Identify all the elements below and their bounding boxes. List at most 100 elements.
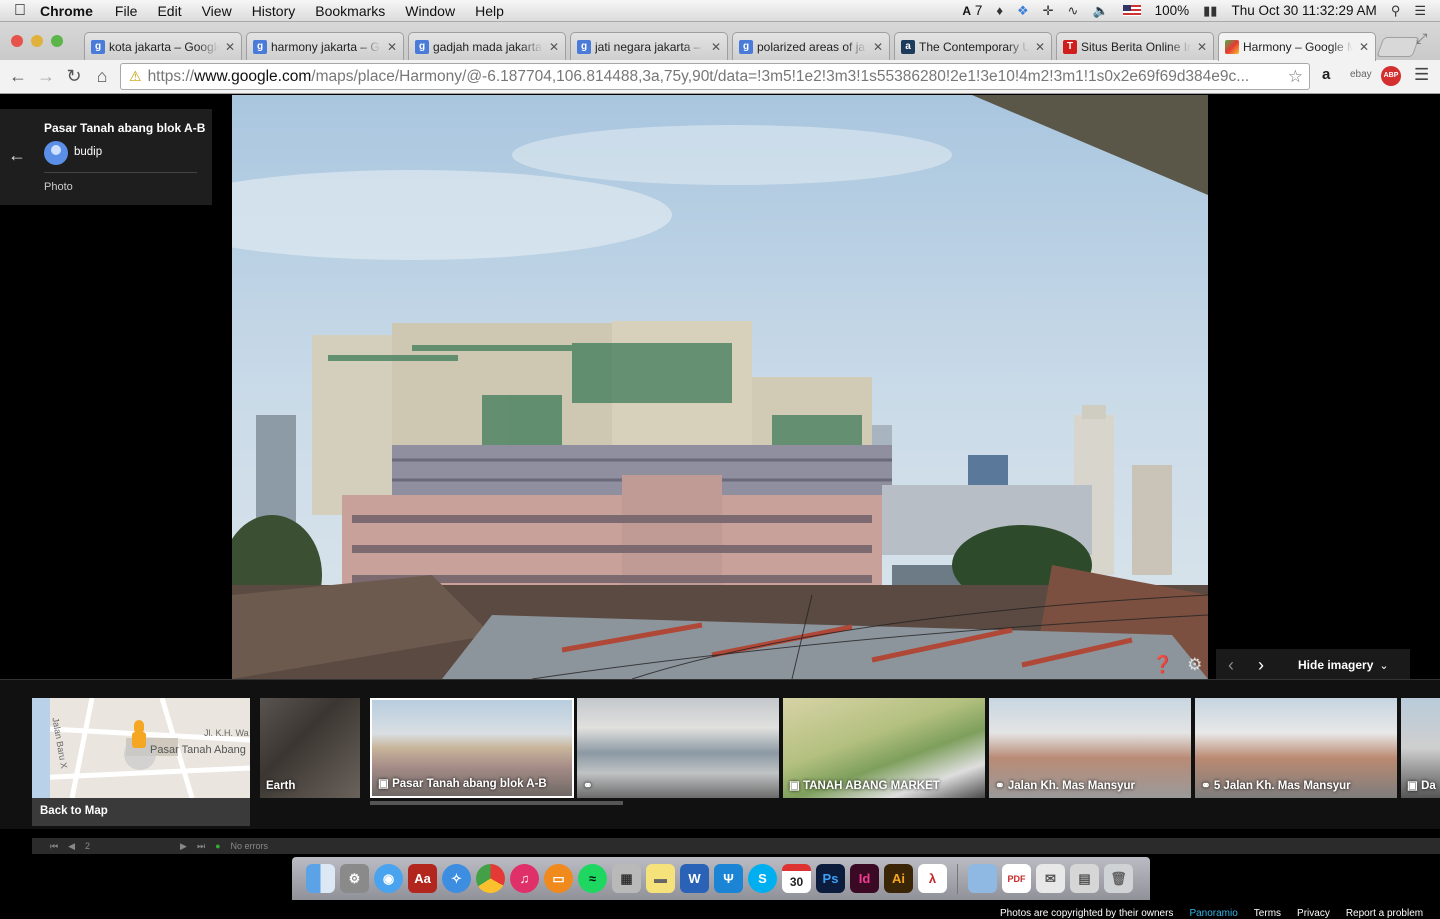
- main-photo[interactable]: [232, 95, 1208, 679]
- stickies-icon[interactable]: ▬: [646, 864, 675, 893]
- home-icon[interactable]: ⌂: [88, 66, 116, 87]
- battery-icon[interactable]: ▮▮: [1203, 3, 1217, 19]
- notification-center-icon[interactable]: ☰: [1414, 3, 1426, 19]
- spotlight-search-icon[interactable]: ⚲: [1391, 3, 1401, 19]
- adobe-icon[interactable]: A 7: [962, 3, 982, 18]
- back-to-map-card[interactable]: Jl. K.H. Wa Jalan Baru X Pasar Tanah Aba…: [32, 698, 250, 826]
- dropbox-icon[interactable]: ❖: [1017, 3, 1029, 19]
- menu-edit[interactable]: Edit: [157, 3, 181, 19]
- chrome-menu-icon[interactable]: ☰: [1414, 65, 1429, 85]
- new-tab-button[interactable]: [1376, 37, 1420, 57]
- report-problem-link[interactable]: Report a problem: [1346, 908, 1423, 919]
- mail-document-icon[interactable]: ✉: [1036, 864, 1065, 893]
- word-icon[interactable]: W: [680, 864, 709, 893]
- tab[interactable]: g jati negara jakarta – ✕: [570, 32, 728, 60]
- dictionary-icon[interactable]: Aa: [408, 864, 437, 893]
- close-tab-icon[interactable]: ✕: [873, 40, 883, 54]
- finder-icon[interactable]: [306, 864, 335, 893]
- folder-icon[interactable]: [968, 864, 997, 893]
- tab[interactable]: T Situs Berita Online In ✕: [1056, 32, 1214, 60]
- trash-icon[interactable]: 🗑: [1104, 864, 1133, 893]
- filmstrip-scrollbar[interactable]: [370, 801, 623, 805]
- chevron-down-icon[interactable]: ⌄: [1379, 659, 1388, 672]
- tab[interactable]: g gadjah mada jakarta ✕: [408, 32, 566, 60]
- wifi-icon[interactable]: ∿: [1068, 3, 1079, 19]
- help-icon[interactable]: ❓: [1152, 655, 1173, 675]
- back-arrow-icon[interactable]: ←: [8, 145, 26, 166]
- close-tab-icon[interactable]: ✕: [711, 40, 721, 54]
- close-tab-icon[interactable]: ✕: [1359, 40, 1369, 54]
- panorama-thumbnail[interactable]: ⚭ Jalan Kh. Mas Mansyur: [989, 698, 1191, 798]
- menu-help[interactable]: Help: [475, 3, 504, 19]
- menu-window[interactable]: Window: [405, 3, 455, 19]
- volume-icon[interactable]: 🔈: [1092, 3, 1108, 19]
- next-photo-icon[interactable]: ›: [1246, 655, 1276, 676]
- system-preferences-icon[interactable]: ⚙: [340, 864, 369, 893]
- stack-icon[interactable]: ▤: [1070, 864, 1099, 893]
- bell-icon[interactable]: ♦: [996, 3, 1003, 18]
- panorama-thumbnail[interactable]: ⚭: [577, 698, 779, 798]
- close-tab-icon[interactable]: ✕: [387, 40, 397, 54]
- safari-icon[interactable]: ✧: [442, 864, 471, 893]
- calendar-icon[interactable]: 30: [782, 864, 811, 893]
- tab-active[interactable]: Harmony – Google M ✕: [1218, 32, 1376, 61]
- back-icon[interactable]: ←: [4, 66, 32, 87]
- spotify-icon[interactable]: ≈: [578, 864, 607, 893]
- menu-history[interactable]: History: [252, 3, 296, 19]
- fullscreen-icon[interactable]: ⤢: [1416, 30, 1427, 47]
- flag-icon[interactable]: [1122, 5, 1141, 16]
- privacy-link[interactable]: Privacy: [1297, 908, 1330, 919]
- first-page-icon[interactable]: ⏮: [50, 841, 58, 852]
- close-tab-icon[interactable]: ✕: [1197, 40, 1207, 54]
- battery-percent[interactable]: 100%: [1155, 3, 1190, 18]
- panorama-thumbnail[interactable]: ⚭ 5 Jalan Kh. Mas Mansyur: [1195, 698, 1397, 798]
- menu-file[interactable]: File: [115, 3, 138, 19]
- calculator-icon[interactable]: ▦: [612, 864, 641, 893]
- app-menu[interactable]: Chrome: [40, 3, 93, 19]
- tab[interactable]: a The Contemporary U ✕: [894, 32, 1052, 60]
- photo-author[interactable]: budip: [74, 146, 102, 158]
- bookmark-star-icon[interactable]: ☆: [1288, 67, 1303, 87]
- tab[interactable]: g polarized areas of ja ✕: [732, 32, 890, 60]
- photoshop-icon[interactable]: Ps: [816, 864, 845, 893]
- photo-thumbnail[interactable]: ▣ Da: [1401, 698, 1440, 798]
- warning-lock-icon[interactable]: ⚠: [129, 68, 142, 85]
- itunes-icon[interactable]: ♫: [510, 864, 539, 893]
- menu-bookmarks[interactable]: Bookmarks: [315, 3, 385, 19]
- page-number[interactable]: 2: [85, 841, 90, 851]
- vuze-icon[interactable]: Ψ: [714, 864, 743, 893]
- close-tab-icon[interactable]: ✕: [1035, 40, 1045, 54]
- skype-icon[interactable]: S: [748, 864, 777, 893]
- next-page-icon[interactable]: ▶: [180, 841, 187, 852]
- photo-title[interactable]: Pasar Tanah abang blok A-B: [44, 121, 205, 135]
- menu-view[interactable]: View: [202, 3, 232, 19]
- avatar[interactable]: [44, 141, 68, 165]
- close-tab-icon[interactable]: ✕: [225, 40, 235, 54]
- apple-icon[interactable]: : [0, 2, 40, 20]
- ibooks-icon[interactable]: ▭: [544, 864, 573, 893]
- adblock-plus-icon[interactable]: ABP: [1381, 66, 1401, 86]
- reload-icon[interactable]: ↻: [60, 66, 88, 87]
- messages-icon[interactable]: ◉: [374, 864, 403, 893]
- previous-photo-icon[interactable]: ‹: [1216, 655, 1246, 676]
- panoramio-link[interactable]: Panoramio: [1189, 908, 1237, 919]
- ebay-extension-icon[interactable]: ebay: [1350, 69, 1372, 80]
- amazon-extension-icon[interactable]: a: [1322, 66, 1330, 83]
- earth-thumbnail[interactable]: Earth: [260, 698, 360, 798]
- photo-thumbnail[interactable]: ▣ TANAH ABANG MARKET: [783, 698, 985, 798]
- prev-page-icon[interactable]: ◀: [68, 841, 75, 852]
- tab[interactable]: g kota jakarta – Google ✕: [84, 32, 242, 60]
- address-bar[interactable]: ⚠ https://www.google.com/maps/place/Harm…: [120, 63, 1310, 90]
- chrome-icon[interactable]: [476, 864, 505, 893]
- back-to-map-button[interactable]: Back to Map: [32, 798, 250, 826]
- hide-imagery-button[interactable]: Hide imagery: [1298, 658, 1373, 672]
- mini-map[interactable]: Jl. K.H. Wa Jalan Baru X Pasar Tanah Aba…: [32, 698, 250, 798]
- clock[interactable]: Thu Oct 30 11:32:29 AM: [1231, 3, 1376, 18]
- illustrator-icon[interactable]: Ai: [884, 864, 913, 893]
- photo-thumbnail-selected[interactable]: ▣ Pasar Tanah abang blok A-B: [370, 698, 574, 798]
- acrobat-icon[interactable]: λ: [918, 864, 947, 893]
- settings-gear-icon[interactable]: ⚙: [1187, 655, 1202, 675]
- move-icon[interactable]: ✛: [1043, 3, 1054, 19]
- tab[interactable]: g harmony jakarta – G ✕: [246, 32, 404, 60]
- minimize-window-button[interactable]: [31, 35, 43, 47]
